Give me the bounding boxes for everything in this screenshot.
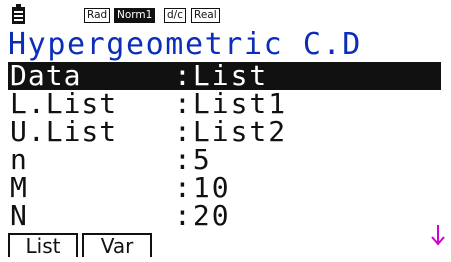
row-value: :List [174,62,268,90]
f1-list-button[interactable]: List [8,233,78,257]
display-mode-badge: Norm1 [114,8,156,23]
row-value: :5 [174,146,212,174]
row-label: N [10,199,28,232]
angle-mode-badge: Rad [84,8,111,23]
row-label: U.List [10,115,118,148]
row-value: :10 [174,174,231,202]
f2-var-button[interactable]: Var [82,233,152,257]
battery-icon [12,4,25,24]
row-m-successes[interactable]: M :10 [8,174,441,202]
row-value: :List2 [174,118,287,146]
fraction-mode-badge: d/c [164,8,186,23]
function-key-bar: List Var [8,233,443,257]
complex-mode-badge: Real [191,8,220,23]
row-label: Data [10,59,82,92]
row-n-population[interactable]: N :20 [8,202,441,230]
row-upper-list[interactable]: U.List :List2 [8,118,441,146]
row-separator: : [174,199,193,232]
row-n-sample[interactable]: n :5 [8,146,441,174]
row-lower-list[interactable]: L.List :List1 [8,90,441,118]
row-label: M [10,171,28,204]
row-label: n [10,143,28,176]
row-value: :List1 [174,90,287,118]
row-data[interactable]: Data :List [8,62,441,90]
calculator-screen: Rad Norm1 d/c Real Hypergeometric C.D Da… [0,0,451,262]
status-bar: Rad Norm1 d/c Real [8,4,443,26]
row-value-text: 20 [192,199,231,232]
page-title: Hypergeometric C.D [8,27,362,62]
row-value: :20 [174,202,231,230]
row-label: L.List [10,87,118,120]
